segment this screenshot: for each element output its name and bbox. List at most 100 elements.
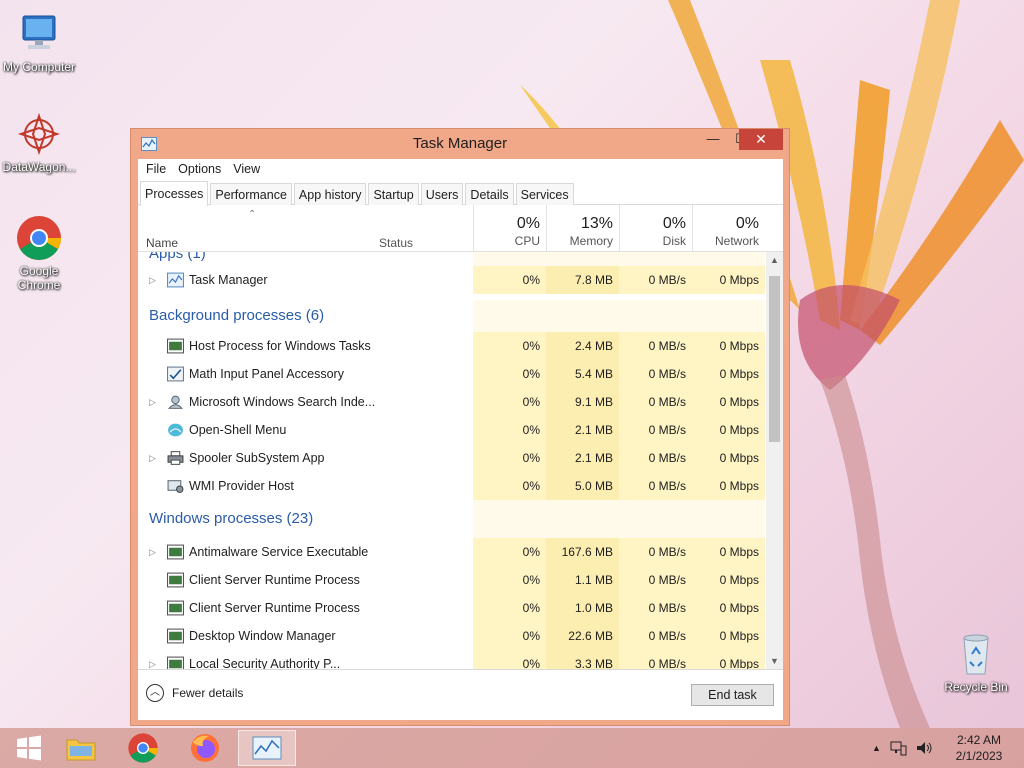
expand-icon[interactable]: ▷ [149, 538, 156, 566]
network-icon[interactable] [889, 740, 907, 756]
process-list: Apps (1) ▷ Task Manager 0% 7.8 MB 0 MB/s… [138, 252, 766, 669]
math-input-icon [167, 366, 184, 382]
fewer-details-button[interactable]: ︿ Fewer details [146, 684, 243, 702]
table-row[interactable]: WMI Provider Host 0% 5.0 MB 0 MB/s 0 Mbp… [138, 472, 766, 500]
end-task-button[interactable]: End task [691, 684, 774, 706]
minimize-button[interactable]: — [699, 129, 727, 150]
tab-services[interactable]: Services [515, 183, 574, 205]
process-name: Math Input Panel Accessory [189, 367, 344, 381]
network-cell: 0 Mbps [692, 388, 765, 416]
disk-cell: 0 MB/s [619, 266, 692, 294]
tab-performance[interactable]: Performance [210, 183, 292, 205]
task-manager-icon [252, 736, 282, 760]
file-explorer-icon [66, 739, 96, 761]
column-memory[interactable]: 13% Memory [546, 205, 619, 252]
table-row[interactable]: ▷ Spooler SubSystem App 0% 2.1 MB 0 MB/s… [138, 444, 766, 472]
taskbar-task-manager[interactable] [238, 730, 296, 766]
disk-cell: 0 MB/s [619, 538, 692, 566]
cpu-cell: 0% [473, 332, 546, 360]
taskbar-file-explorer[interactable] [52, 730, 110, 766]
menu-options[interactable]: Options [172, 159, 227, 181]
table-row[interactable]: Client Server Runtime Process 0% 1.1 MB … [138, 566, 766, 594]
process-name: Host Process for Windows Tasks [189, 339, 371, 353]
start-button[interactable] [0, 730, 58, 766]
column-cpu[interactable]: 0% CPU [473, 205, 546, 252]
desktop-icon-label: Google Chrome [17, 264, 61, 292]
cpu-cell: 0% [473, 416, 546, 444]
fewer-details-label: Fewer details [172, 686, 244, 700]
vertical-scrollbar[interactable]: ▲ ▼ [766, 252, 783, 669]
network-cell: 0 Mbps [692, 594, 765, 622]
tab-details[interactable]: Details [465, 183, 514, 205]
column-network[interactable]: 0% Network [692, 205, 765, 252]
chevron-up-icon[interactable]: ▲ [872, 743, 881, 753]
taskbar-chrome[interactable] [114, 730, 172, 766]
cpu-cell: 0% [473, 266, 546, 294]
volume-icon[interactable] [915, 740, 933, 756]
memory-cell: 2.4 MB [546, 332, 619, 360]
menu-bar: File Options View [138, 159, 783, 181]
desktop-icon-datawagon[interactable]: DataWagon... [0, 110, 81, 174]
process-name: Task Manager [189, 273, 268, 287]
title-bar[interactable]: Task Manager — ☐ ✕ [131, 129, 789, 159]
close-button[interactable]: ✕ [739, 129, 783, 150]
cpu-cell: 0% [473, 472, 546, 500]
desktop-icon-recycle-bin[interactable]: Recycle Bin [934, 630, 1018, 694]
table-row[interactable]: Open-Shell Menu 0% 2.1 MB 0 MB/s 0 Mbps [138, 416, 766, 444]
process-name: Spooler SubSystem App [189, 451, 325, 465]
window-title: Task Manager [412, 135, 508, 152]
scroll-down-icon[interactable]: ▼ [766, 656, 783, 666]
tab-users[interactable]: Users [420, 183, 464, 205]
tab-startup[interactable]: Startup [368, 183, 419, 205]
network-total: 0% [735, 215, 759, 232]
chrome-icon [17, 216, 61, 260]
computer-icon [22, 15, 56, 49]
memory-total: 13% [580, 215, 613, 232]
scroll-thumb[interactable] [769, 276, 780, 442]
memory-cell: 9.1 MB [546, 388, 619, 416]
expand-icon[interactable]: ▷ [149, 650, 156, 669]
footer-bar: ︿ Fewer details End task [138, 669, 783, 720]
chevron-up-icon: ︿ [146, 684, 164, 702]
table-row[interactable]: ▷ Antimalware Service Executable 0% 167.… [138, 538, 766, 566]
disk-cell: 0 MB/s [619, 360, 692, 388]
expand-icon[interactable]: ▷ [149, 388, 156, 416]
table-row[interactable]: Host Process for Windows Tasks 0% 2.4 MB… [138, 332, 766, 360]
desktop-icon-my-computer[interactable]: My Computer [0, 10, 81, 74]
disk-cell: 0 MB/s [619, 472, 692, 500]
table-row[interactable]: ▷ Local Security Authority P... 0% 3.3 M… [138, 650, 766, 669]
process-name: Desktop Window Manager [189, 629, 336, 643]
printer-icon [167, 451, 184, 465]
table-row[interactable]: ▷ Task Manager 0% 7.8 MB 0 MB/s 0 Mbps [138, 266, 766, 294]
expand-icon[interactable]: ▷ [149, 266, 156, 294]
column-status[interactable]: Status [379, 236, 413, 250]
memory-label: Memory [569, 234, 613, 248]
desktop-icon-chrome[interactable]: Google Chrome [0, 214, 81, 292]
table-row[interactable]: Desktop Window Manager 0% 22.6 MB 0 MB/s… [138, 622, 766, 650]
cpu-cell: 0% [473, 566, 546, 594]
tab-app-history[interactable]: App history [293, 183, 367, 205]
task-manager-client: File Options View Processes Performance … [138, 159, 783, 720]
process-name: Local Security Authority P... [189, 657, 341, 669]
chrome-icon [128, 733, 158, 763]
tab-processes[interactable]: Processes [140, 181, 209, 206]
service-window-icon [167, 628, 184, 644]
menu-view[interactable]: View [227, 159, 266, 181]
scroll-up-icon[interactable]: ▲ [766, 255, 783, 265]
taskbar-firefox[interactable] [176, 730, 234, 766]
table-row[interactable]: Client Server Runtime Process 0% 1.0 MB … [138, 594, 766, 622]
group-row-windows: Windows processes (23) [138, 500, 766, 538]
taskbar-clock[interactable]: 2:42 AM 2/1/2023 [942, 732, 1016, 764]
column-disk[interactable]: 0% Disk [619, 205, 692, 252]
column-name[interactable]: Name [146, 236, 178, 250]
process-name: Microsoft Windows Search Inde... [189, 395, 376, 409]
memory-cell: 2.1 MB [546, 416, 619, 444]
disk-total: 0% [662, 215, 686, 232]
table-row[interactable]: ▷ Microsoft Windows Search Inde... 0% 9.… [138, 388, 766, 416]
expand-icon[interactable]: ▷ [149, 444, 156, 472]
menu-file[interactable]: File [140, 159, 172, 181]
table-row[interactable]: Math Input Panel Accessory 0% 5.4 MB 0 M… [138, 360, 766, 388]
desktop-icon-label: DataWagon... [2, 160, 76, 174]
disk-cell: 0 MB/s [619, 332, 692, 360]
datawagon-icon [17, 112, 61, 156]
